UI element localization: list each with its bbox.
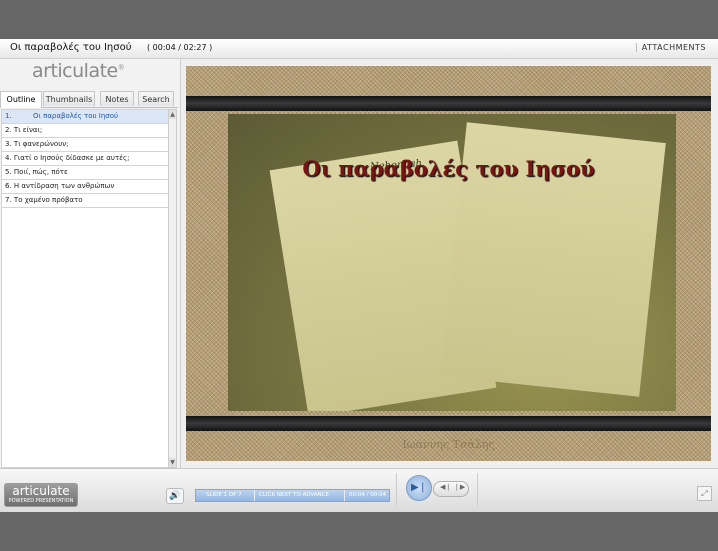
previous-icon[interactable]: ◀❘ xyxy=(440,483,451,491)
outline-item[interactable]: 3. Τι φανερώνουν; xyxy=(2,138,168,152)
slide-counter: SLIDE 1 OF 7 xyxy=(206,492,242,498)
outline-item[interactable]: 2. Τι είναι; xyxy=(2,124,168,138)
tab-search[interactable]: Search xyxy=(138,91,174,106)
slide-time: 00:04 / 00:04 xyxy=(349,492,387,498)
bottom-film-bar xyxy=(186,416,711,431)
outline-item[interactable]: 7. Το χαμένο πρόβατο xyxy=(2,194,168,208)
attachments-button[interactable]: ATTACHMENTS xyxy=(635,43,706,52)
presentation-player: Οι παραβολές του Ιησού ( 00:04 / 02:27 )… xyxy=(0,39,718,512)
volume-icon[interactable]: 🔊 xyxy=(166,488,184,504)
prev-next-buttons: ◀❘ ❘▶ xyxy=(433,481,469,497)
nav-controls: ▶❘ ◀❘ ❘▶ xyxy=(396,473,478,506)
play-pause-button[interactable]: ▶❘ xyxy=(406,475,432,501)
outline-item[interactable]: 4. Γιατί ο Ιησούς δίδασκε με αυτές; xyxy=(2,152,168,166)
slide-footer-text: Ιωάννης Τσάλης xyxy=(402,438,495,451)
progress-bar[interactable]: SLIDE 1 OF 7 CLICK NEXT TO ADVANCE 00:04… xyxy=(195,489,390,502)
outline-list: 1. Οι παραβολές του Ιησού 2. Τι είναι; 3.… xyxy=(1,109,169,468)
tab-notes[interactable]: Notes xyxy=(100,91,134,106)
outline-scrollbar[interactable]: ▲ ▼ xyxy=(168,109,177,468)
tab-outline[interactable]: Outline xyxy=(0,91,42,108)
top-film-bar xyxy=(186,96,711,111)
articulate-powered-logo[interactable]: articulate POWERED PRESENTATION xyxy=(4,483,78,507)
sidebar: articulate® Outline Thumbnails Notes Sea… xyxy=(0,59,181,468)
title-bar: Οι παραβολές του Ιησού ( 00:04 / 02:27 )… xyxy=(0,39,718,59)
slide-title: Οι παραβολές του Ιησού xyxy=(302,156,595,181)
scroll-up-icon[interactable]: ▲ xyxy=(169,110,176,119)
scroll-down-icon[interactable]: ▼ xyxy=(169,458,176,467)
tab-thumbnails[interactable]: Thumbnails xyxy=(43,91,95,106)
slide-stage: Nehemiah Οι παραβολές του Ιησού Ιωάννης … xyxy=(186,66,711,461)
advance-hint: CLICK NEXT TO ADVANCE xyxy=(259,492,330,498)
progress-separator xyxy=(344,490,345,501)
outline-item[interactable]: 6. Η αντίδραση των ανθρώπων xyxy=(2,180,168,194)
sidebar-tabs: Outline Thumbnails Notes Search xyxy=(0,91,178,108)
outline-item[interactable]: 1. Οι παραβολές του Ιησού xyxy=(2,110,168,124)
playback-controls: articulate POWERED PRESENTATION 🔊 SLIDE … xyxy=(0,468,718,512)
next-icon[interactable]: ❘▶ xyxy=(454,483,465,491)
fullscreen-icon[interactable]: ⤢ xyxy=(697,486,712,501)
presentation-time: ( 00:04 / 02:27 ) xyxy=(147,43,213,52)
progress-separator xyxy=(254,490,255,501)
presentation-title: Οι παραβολές του Ιησού xyxy=(10,42,132,53)
articulate-logo: articulate® xyxy=(32,60,125,82)
outline-item[interactable]: 5. Ποιί, πώς, πότε xyxy=(2,166,168,180)
